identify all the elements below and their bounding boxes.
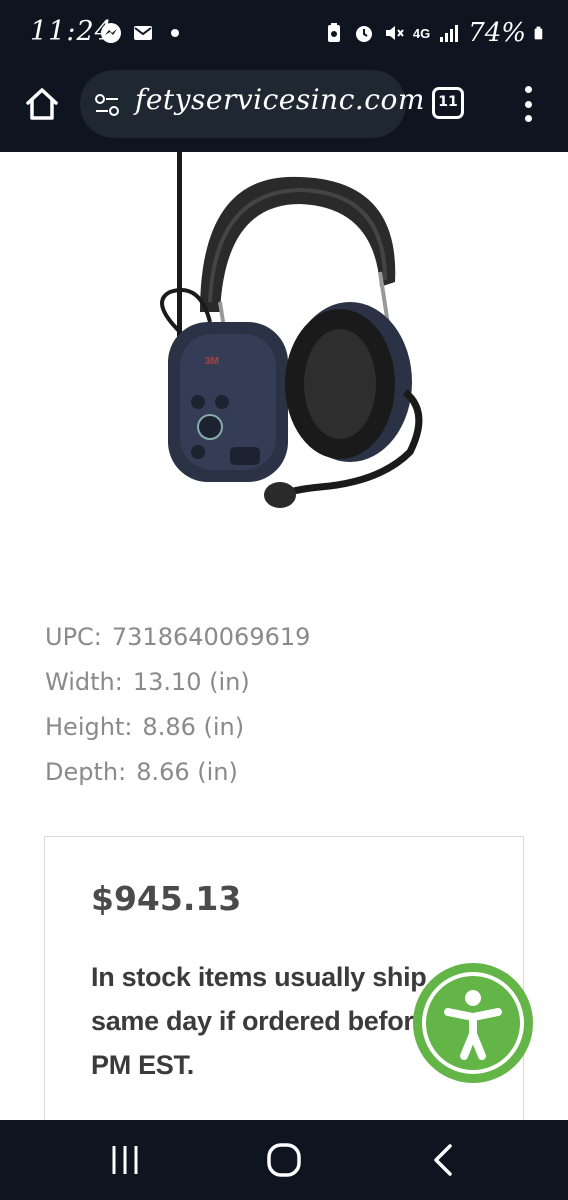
product-specs: UPC: 7318640069619 Width: 13.10 (in) Heigh… xyxy=(45,620,310,800)
spec-width: Width: 13.10 (in) xyxy=(45,668,250,696)
more-vert-icon[interactable] xyxy=(516,86,540,122)
spec-height: Height: 8.86 (in) xyxy=(45,713,245,741)
stock-note: In stock items usually ship same day if … xyxy=(91,962,429,1080)
accessibility-button[interactable] xyxy=(413,963,533,1083)
network-type: 4G xyxy=(412,25,431,41)
home-icon[interactable] xyxy=(22,84,62,124)
status-bar: 11:24 4G 74% xyxy=(0,0,568,68)
recents-icon[interactable] xyxy=(108,1144,142,1176)
mute-icon xyxy=(385,26,404,40)
home-circle-icon[interactable] xyxy=(266,1142,302,1178)
mail-icon xyxy=(134,26,152,40)
product-price: $945.13 xyxy=(91,879,242,918)
alarm-icon xyxy=(355,26,372,42)
address-bar[interactable]: fetyservicesinc.com xyxy=(80,70,424,138)
battery-percent: 74% xyxy=(468,18,526,48)
battery-saver-icon xyxy=(327,23,340,42)
spec-upc: UPC: 7318640069619 xyxy=(45,623,311,651)
accessibility-icon[interactable] xyxy=(422,972,524,1074)
system-icons: 4G 74% xyxy=(323,18,548,48)
messenger-icon xyxy=(101,23,121,43)
back-icon[interactable] xyxy=(428,1142,458,1178)
notification-icons xyxy=(100,22,186,44)
spec-depth: Depth: 8.66 (in) xyxy=(45,758,238,786)
dot-icon xyxy=(171,29,179,37)
headset-image: 3M xyxy=(160,152,423,508)
system-nav-bar xyxy=(0,1120,568,1200)
site-settings-icon[interactable] xyxy=(94,92,120,118)
signal-icon xyxy=(440,25,459,42)
battery-icon xyxy=(534,26,543,40)
svg-text:3M: 3M xyxy=(205,356,219,367)
tabs-icon[interactable]: 11 xyxy=(432,87,464,119)
url-text[interactable]: fetyservicesinc.com xyxy=(135,83,425,116)
browser-toolbar: fetyservicesinc.com 11 xyxy=(0,68,568,152)
